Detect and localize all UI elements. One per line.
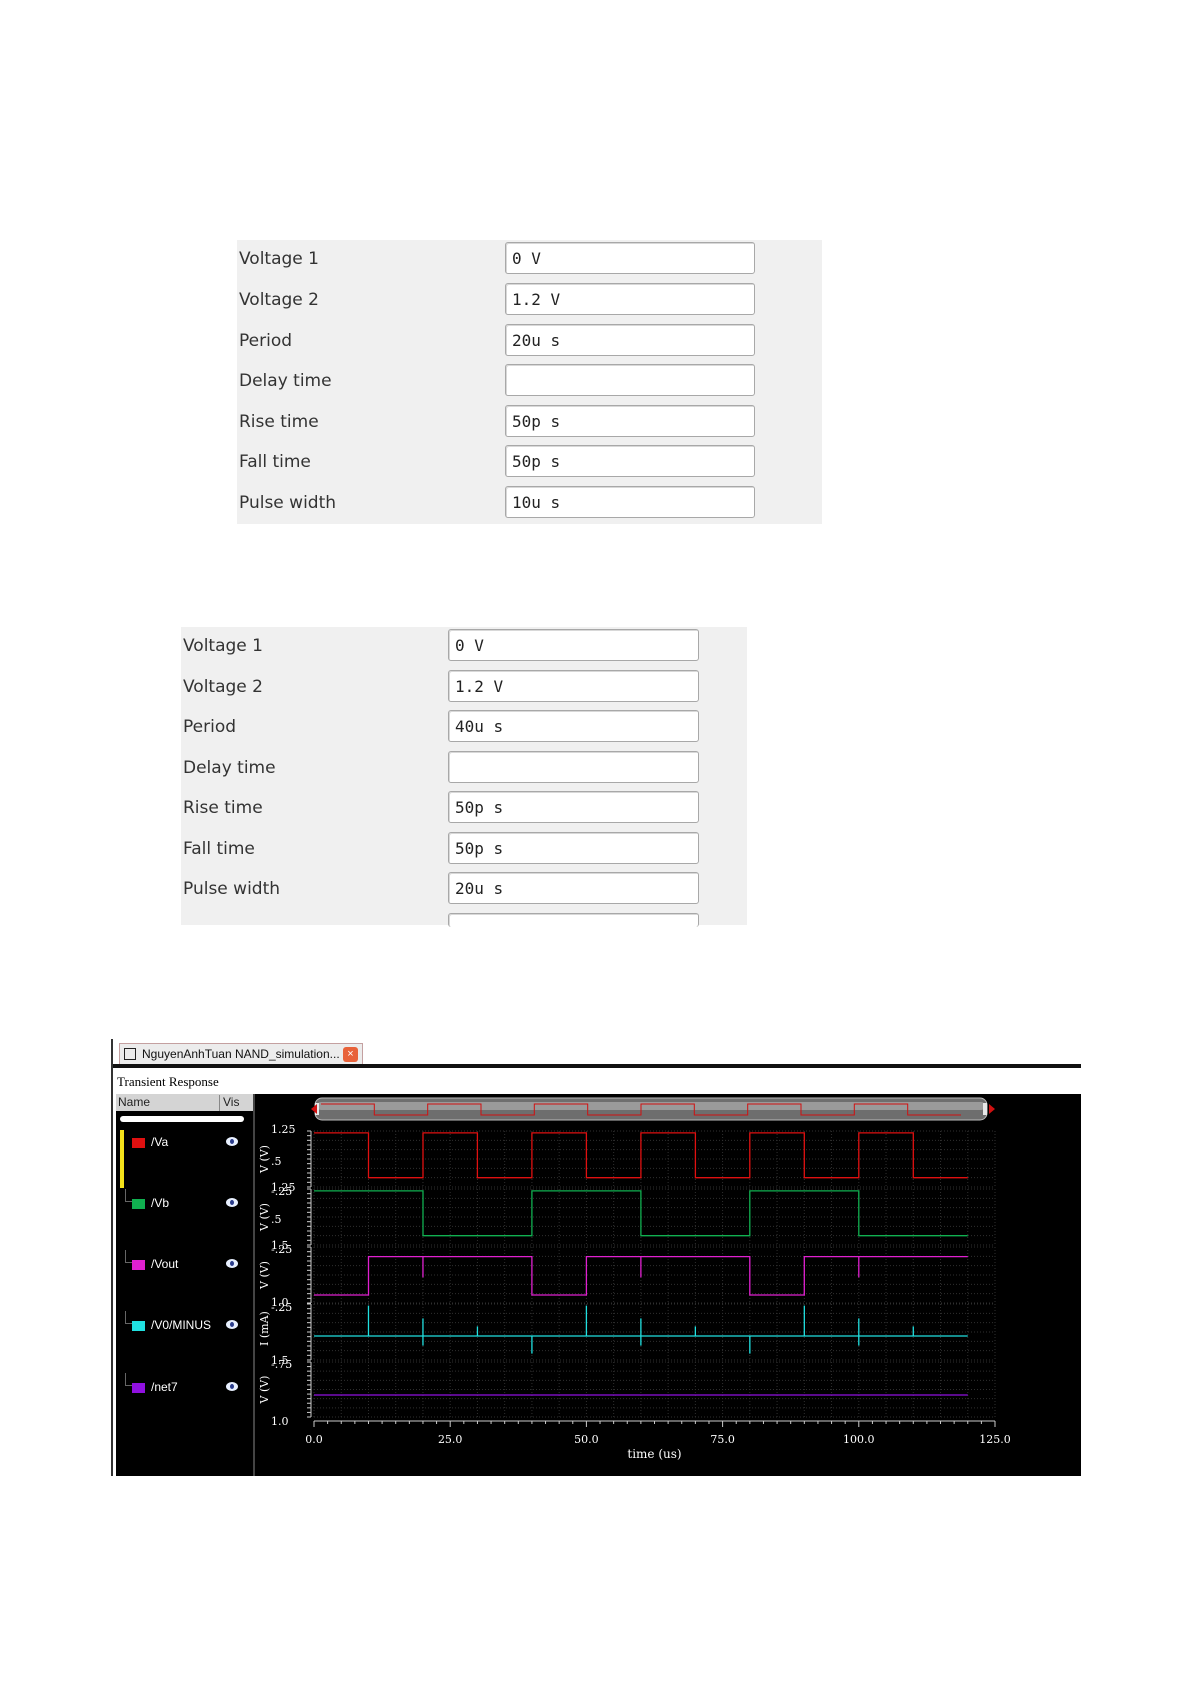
color-swatch <box>132 1321 145 1331</box>
window-left-edge <box>111 1039 113 1476</box>
voltage1-field[interactable]: 0 V <box>505 242 755 274</box>
delay-time-field[interactable] <box>448 751 699 783</box>
eye-icon[interactable] <box>226 1137 238 1146</box>
tab-strip-border <box>111 1064 1081 1068</box>
signal-item-net7[interactable]: /net7 <box>116 1373 253 1397</box>
tab-title: NguyenAnhTuan NAND_simulation... <box>142 1047 340 1061</box>
tree-connector <box>125 1373 132 1386</box>
y-tick-label: .5 <box>271 1213 282 1226</box>
scroll-left-arrow-icon[interactable] <box>311 1104 317 1114</box>
fall-time-field[interactable]: 50p s <box>505 445 755 477</box>
scrollbar-right-handle[interactable] <box>983 1103 987 1115</box>
param-label: Fall time <box>183 839 255 859</box>
y-axis-label: V (V) <box>258 1145 271 1174</box>
param-label: Fall time <box>239 452 311 472</box>
x-tick-label: 0.0 <box>305 1433 323 1446</box>
color-swatch <box>132 1383 145 1393</box>
y-tick-label: 1.25 <box>271 1123 296 1136</box>
y-tick-label: .5 <box>271 1155 282 1168</box>
delay-time-field[interactable] <box>505 364 755 396</box>
voltage2-field[interactable]: 1.2 V <box>448 670 699 702</box>
simulation-tab[interactable]: NguyenAnhTuan NAND_simulation... × <box>119 1043 363 1065</box>
period-field[interactable]: 20u s <box>505 324 755 356</box>
waveform-plot-area: 1.25.5 -.25 V (V) 1.25.5 -.25 V (V) 1.5 -.25 V (… <box>255 1094 1081 1476</box>
x-tick-label: 25.0 <box>438 1433 463 1446</box>
y-axis-label: V (V) <box>258 1203 271 1232</box>
param-label: Rise time <box>183 798 263 818</box>
signal-name: /Va <box>151 1135 169 1149</box>
vis-column-header[interactable]: Vis <box>219 1095 239 1111</box>
y-tick-label: 1.25 <box>271 1181 296 1194</box>
eye-icon[interactable] <box>226 1198 238 1207</box>
waveform-window: NguyenAnhTuan NAND_simulation... × Trans… <box>111 1039 1081 1476</box>
y-tick-label: 1.0 <box>271 1415 289 1428</box>
eye-icon[interactable] <box>226 1320 238 1329</box>
voltage1-field[interactable]: 0 V <box>448 629 699 661</box>
voltage2-field[interactable]: 1.2 V <box>505 283 755 315</box>
y-tick-label: 1.5 <box>271 1239 289 1252</box>
param-label: Voltage 2 <box>239 290 319 310</box>
signal-name: /Vout <box>151 1257 179 1271</box>
rise-time-field[interactable]: 50p s <box>448 791 699 823</box>
scrollbar-highlight <box>317 1102 985 1110</box>
signal-list-scrollbar[interactable] <box>120 1116 244 1122</box>
pulse-width-field[interactable]: 20u s <box>448 872 699 904</box>
param-label: Pulse width <box>183 879 281 899</box>
eye-icon[interactable] <box>226 1382 238 1391</box>
tree-connector <box>125 1311 132 1324</box>
waveform-plot: 1.25.5-.25V (V)1.25.5-.25V (V)1.5-.25V (… <box>258 1097 1011 1461</box>
y-axis-label: V (V) <box>258 1376 271 1405</box>
param-label: Voltage 2 <box>183 677 263 697</box>
close-icon[interactable]: × <box>343 1047 358 1062</box>
trace-va <box>314 1132 968 1179</box>
y-axis-label: V (V) <box>258 1261 271 1290</box>
y-tick-label: 1.0 <box>271 1296 289 1309</box>
param-label: Voltage 1 <box>239 249 319 269</box>
color-swatch <box>132 1138 145 1148</box>
period-field[interactable]: 40u s <box>448 710 699 742</box>
signal-item-vb[interactable]: /Vb <box>116 1189 253 1213</box>
param-label: Rise time <box>239 412 319 432</box>
x-axis-label: time (us) <box>627 1447 681 1461</box>
partial-next-field[interactable] <box>448 913 699 927</box>
tree-connector <box>125 1189 132 1202</box>
param-label: Period <box>183 717 237 737</box>
x-tick-label: 50.0 <box>574 1433 599 1446</box>
x-tick-label: 75.0 <box>710 1433 735 1446</box>
signal-list-header: Name Vis <box>116 1094 253 1111</box>
signal-item-vout[interactable]: /Vout <box>116 1250 253 1274</box>
param-label: Period <box>239 331 293 351</box>
trace-vb <box>314 1190 968 1237</box>
signal-item-va[interactable]: /Va <box>116 1132 253 1152</box>
param-label: Pulse width <box>239 493 337 513</box>
pulse-params-panel-1: Voltage 1 0 V Voltage 2 1.2 V Period 20u… <box>237 240 822 524</box>
signal-list-panel: Name Vis /Va /Vb /Vout /V0/MINUS /net7 <box>116 1094 253 1476</box>
param-label: Delay time <box>183 758 276 778</box>
x-tick-label: 125.0 <box>979 1433 1011 1446</box>
fall-time-field[interactable]: 50p s <box>448 832 699 864</box>
param-label: Voltage 1 <box>183 636 263 656</box>
pulse-width-field[interactable]: 10u s <box>505 486 755 518</box>
waveform-icon <box>124 1048 136 1060</box>
signal-name: /net7 <box>151 1380 178 1394</box>
scroll-right-arrow-icon[interactable] <box>989 1104 995 1114</box>
x-tick-label: 100.0 <box>843 1433 875 1446</box>
tree-connector <box>125 1250 132 1263</box>
param-label: Delay time <box>239 371 332 391</box>
color-swatch <box>132 1199 145 1209</box>
rise-time-field[interactable]: 50p s <box>505 405 755 437</box>
color-swatch <box>132 1260 145 1270</box>
name-column-header[interactable]: Name <box>118 1095 150 1109</box>
pulse-params-panel-2: Voltage 1 0 V Voltage 2 1.2 V Period 40u… <box>181 627 747 927</box>
signal-item-v0-minus[interactable]: /V0/MINUS <box>116 1311 253 1335</box>
window-title: Transient Response <box>117 1074 219 1089</box>
y-tick-label: 1.5 <box>271 1354 289 1367</box>
y-axis-label: I (mA) <box>258 1311 271 1346</box>
eye-icon[interactable] <box>226 1259 238 1268</box>
signal-name: /Vb <box>151 1196 170 1210</box>
signal-name: /V0/MINUS <box>151 1318 212 1332</box>
